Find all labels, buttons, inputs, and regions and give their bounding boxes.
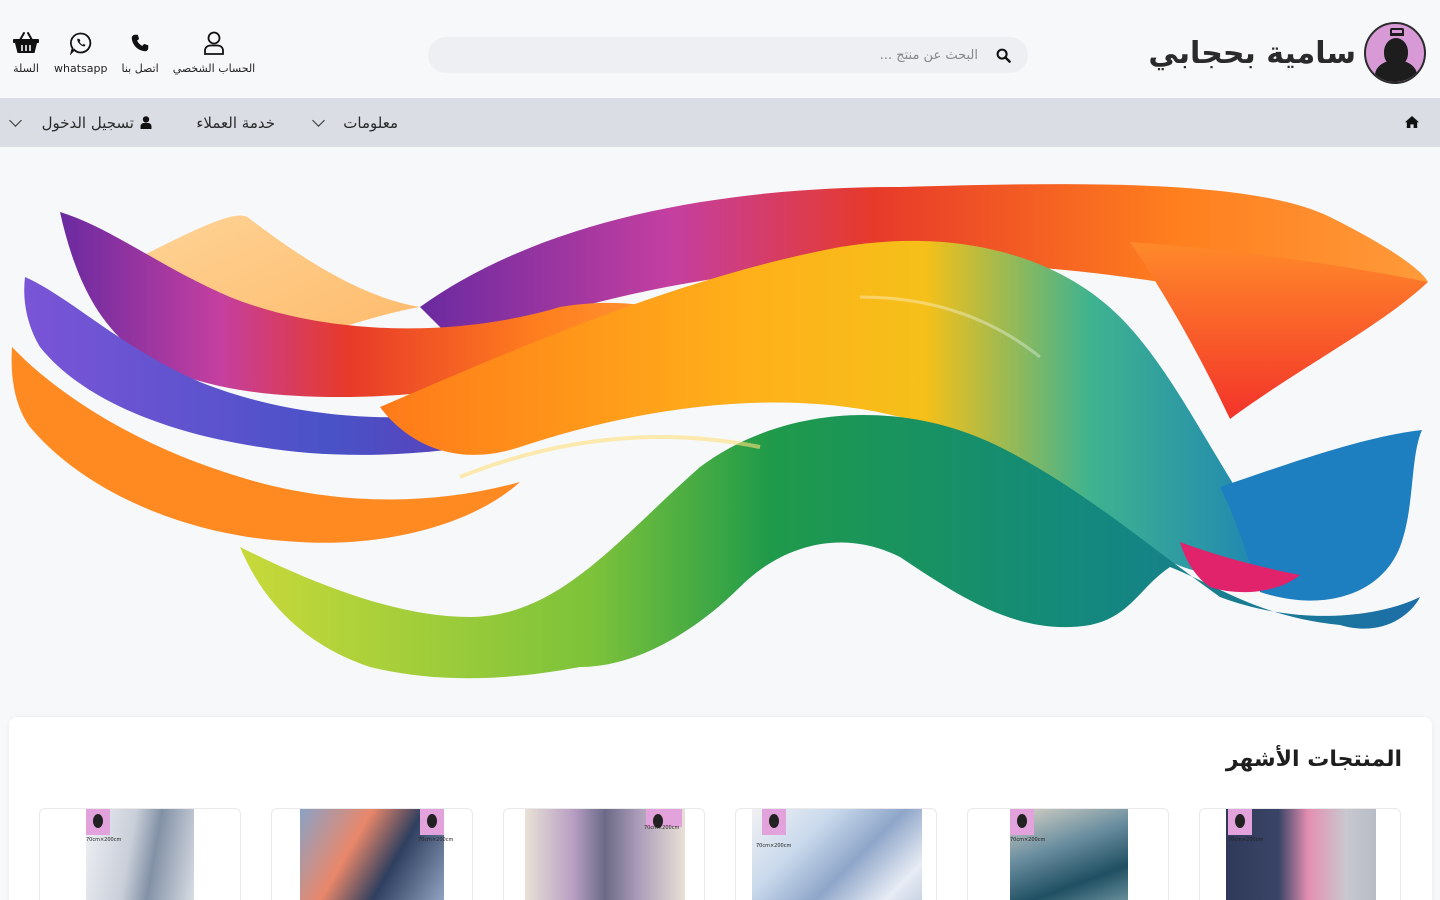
nav-item-login[interactable]: تسجيل الدخول	[8, 98, 152, 147]
nav-item-login-label: تسجيل الدخول	[41, 113, 134, 132]
contact-button[interactable]: اتصل بنا	[121, 30, 159, 75]
search-bar	[428, 37, 1028, 73]
brand-badge	[1010, 809, 1034, 835]
hero-scarf-image	[11, 184, 1428, 679]
header-actions: السلة whatsapp اتصل بنا الحساب الشخصي	[12, 30, 255, 75]
size-label: 70cm×200cm	[1010, 837, 1046, 843]
cart-label: السلة	[13, 62, 39, 75]
chevron-down-icon	[312, 113, 326, 127]
main-navigation: معلومات خدمة العملاء تسجيل الدخول	[0, 98, 1440, 147]
site-header: سامية بحجابي البحث عن منتج ... السلة wha…	[0, 0, 1440, 98]
brand-badge	[762, 809, 786, 835]
home-icon	[1405, 116, 1419, 128]
product-card[interactable]: 70cm×200cm	[271, 808, 473, 900]
search-icon	[996, 48, 1011, 63]
user-icon	[202, 30, 226, 56]
whatsapp-label: whatsapp	[54, 62, 108, 75]
account-button[interactable]: الحساب الشخصي	[172, 30, 256, 75]
nav-item-info[interactable]: معلومات	[312, 98, 398, 147]
phone-icon	[129, 30, 151, 56]
cart-button[interactable]: السلة	[12, 30, 40, 75]
product-card[interactable]: 70cm×200cm	[967, 808, 1169, 900]
section-title: المنتجات الأشهر	[1225, 747, 1402, 772]
brand-logo[interactable]: سامية بحجابي	[1148, 22, 1426, 84]
user-solid-icon	[140, 116, 152, 129]
size-label: 70cm×200cm	[86, 837, 122, 843]
popular-products-section: المنتجات الأشهر 70cm×200cm 70cm×200cm 70…	[9, 717, 1432, 900]
whatsapp-icon	[69, 30, 93, 56]
contact-label: اتصل بنا	[121, 62, 159, 75]
nav-item-customer-service[interactable]: خدمة العملاء	[196, 98, 275, 147]
search-input[interactable]	[442, 47, 978, 63]
chevron-down-icon	[8, 113, 22, 127]
product-card[interactable]: 70cm×200cm	[1199, 808, 1401, 900]
size-label: 70cm×200cm	[644, 825, 680, 831]
brand-logo-emblem	[1364, 22, 1426, 84]
product-card[interactable]: 70cm×200cm	[735, 808, 937, 900]
brand-name: سامية بحجابي	[1148, 35, 1356, 71]
size-label: 70cm×200cm	[756, 843, 792, 849]
whatsapp-button[interactable]: whatsapp	[54, 30, 107, 75]
search-button[interactable]	[992, 44, 1014, 66]
home-link[interactable]	[1402, 114, 1420, 132]
nav-item-info-label: معلومات	[343, 113, 398, 132]
account-label: الحساب الشخصي	[172, 62, 256, 75]
brand-badge	[1228, 809, 1252, 835]
product-card[interactable]: 70cm×200cm	[39, 808, 241, 900]
hero-banner[interactable]	[0, 147, 1440, 707]
product-card[interactable]: 70cm×200cm	[503, 808, 705, 900]
size-label: 70cm×200cm	[418, 837, 454, 843]
brand-badge	[86, 809, 110, 835]
basket-icon	[12, 30, 40, 56]
size-label: 70cm×200cm	[1228, 837, 1264, 843]
brand-badge	[420, 809, 444, 835]
nav-item-customer-service-label: خدمة العملاء	[196, 113, 275, 132]
